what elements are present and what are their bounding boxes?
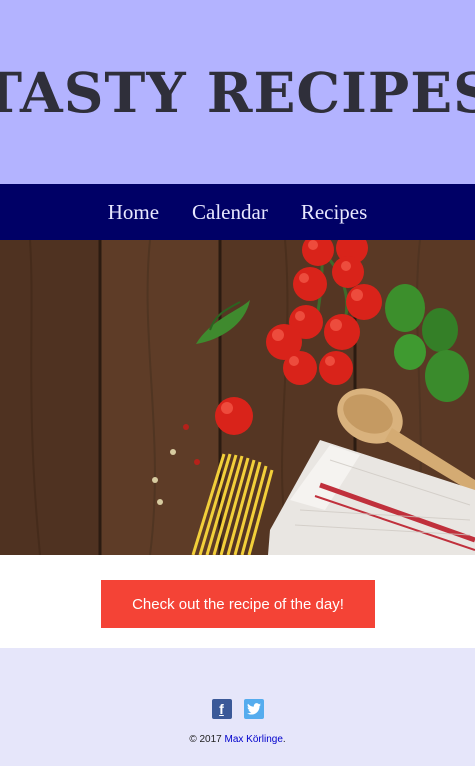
- author-link[interactable]: Max Körlinge: [225, 734, 283, 745]
- cta-section: Check out the recipe of the day!: [0, 555, 475, 648]
- site-title: TASTY RECIPES: [0, 59, 475, 125]
- nav-home[interactable]: Home: [108, 200, 159, 225]
- copyright-suffix: .: [282, 734, 286, 745]
- nav-calendar[interactable]: Calendar: [192, 200, 268, 225]
- twitter-icon[interactable]: [243, 699, 264, 719]
- twitter-bird-icon: [246, 703, 261, 715]
- social-links: f: [0, 699, 475, 719]
- hero-image: [0, 240, 475, 555]
- site-footer: f © 2017 Max Körlinge.: [0, 648, 475, 766]
- main-nav: Home Calendar Recipes: [0, 184, 475, 240]
- recipe-of-the-day-button[interactable]: Check out the recipe of the day!: [101, 580, 375, 628]
- site-header: TASTY RECIPES: [0, 0, 475, 184]
- hero-illustration: [0, 240, 475, 555]
- facebook-icon[interactable]: f: [211, 699, 232, 719]
- copyright-prefix: © 2017: [189, 734, 222, 745]
- copyright-text: © 2017 Max Körlinge.: [0, 734, 475, 745]
- nav-recipes[interactable]: Recipes: [301, 200, 367, 225]
